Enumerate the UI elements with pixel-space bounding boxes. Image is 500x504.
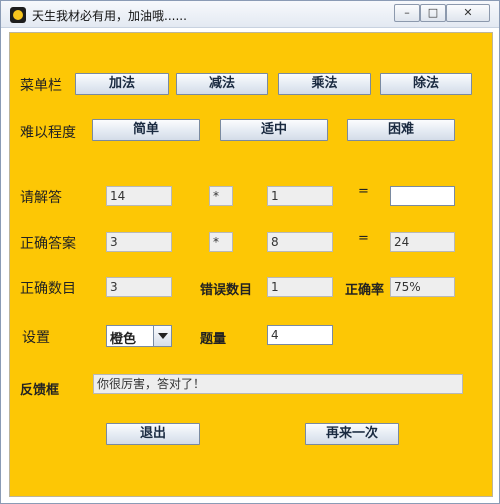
correct-operand2: 8 bbox=[267, 232, 333, 252]
main-panel: 菜单栏 加法 减法 乘法 除法 难以程度 简单 适中 困难 请解答 14 * 1… bbox=[9, 32, 493, 497]
question-operand1: 14 bbox=[106, 186, 172, 206]
correct-count: 3 bbox=[106, 277, 172, 297]
answer-input[interactable] bbox=[390, 186, 455, 206]
correct-operator: * bbox=[209, 232, 233, 252]
correct-result: 24 bbox=[390, 232, 455, 252]
feedback-label: 反馈框 bbox=[20, 383, 60, 398]
title-bar: 天生我材必有用，加油哦...... – □ ✕ bbox=[1, 1, 499, 28]
app-icon bbox=[10, 7, 26, 23]
correct-operand1: 3 bbox=[106, 232, 172, 252]
window-title: 天生我材必有用，加油哦...... bbox=[32, 9, 187, 23]
difficulty-label: 难以程度 bbox=[20, 125, 76, 141]
wrong-count-label: 错误数目 bbox=[200, 283, 253, 298]
close-button[interactable]: ✕ bbox=[446, 4, 490, 22]
divide-button[interactable]: 除法 bbox=[380, 73, 472, 95]
accuracy-label: 正确率 bbox=[345, 283, 385, 298]
medium-button[interactable]: 适中 bbox=[220, 119, 328, 141]
question-label: 请解答 bbox=[20, 190, 62, 206]
wrong-count: 1 bbox=[267, 277, 333, 297]
question-operand2: 1 bbox=[267, 186, 333, 206]
accuracy-value: 75% bbox=[390, 277, 455, 297]
app-window: 天生我材必有用，加油哦...... – □ ✕ 菜单栏 加法 减法 乘法 除法 … bbox=[0, 0, 500, 504]
correct-equals: = bbox=[358, 231, 369, 246]
color-select[interactable]: 橙色 bbox=[106, 325, 172, 347]
question-operator: * bbox=[209, 186, 233, 206]
easy-button[interactable]: 简单 bbox=[92, 119, 200, 141]
question-count-input[interactable]: 4 bbox=[267, 325, 333, 345]
feedback-box: 你很厉害，答对了！ bbox=[93, 374, 463, 394]
minimize-button[interactable]: – bbox=[394, 4, 420, 22]
maximize-button[interactable]: □ bbox=[420, 4, 446, 22]
exit-button[interactable]: 退出 bbox=[106, 423, 200, 445]
correct-answer-label: 正确答案 bbox=[20, 236, 76, 252]
add-button[interactable]: 加法 bbox=[75, 73, 169, 95]
subtract-button[interactable]: 减法 bbox=[176, 73, 268, 95]
hard-button[interactable]: 困难 bbox=[347, 119, 455, 141]
question-equals: = bbox=[358, 184, 369, 199]
correct-count-label: 正确数目 bbox=[20, 281, 76, 297]
multiply-button[interactable]: 乘法 bbox=[278, 73, 371, 95]
question-count-label: 题量 bbox=[200, 332, 227, 347]
settings-label: 设置 bbox=[22, 330, 50, 346]
retry-button[interactable]: 再来一次 bbox=[305, 423, 399, 445]
color-select-value: 橙色 bbox=[110, 332, 137, 347]
menu-label: 菜单栏 bbox=[20, 78, 62, 94]
chevron-down-icon[interactable] bbox=[153, 326, 171, 346]
